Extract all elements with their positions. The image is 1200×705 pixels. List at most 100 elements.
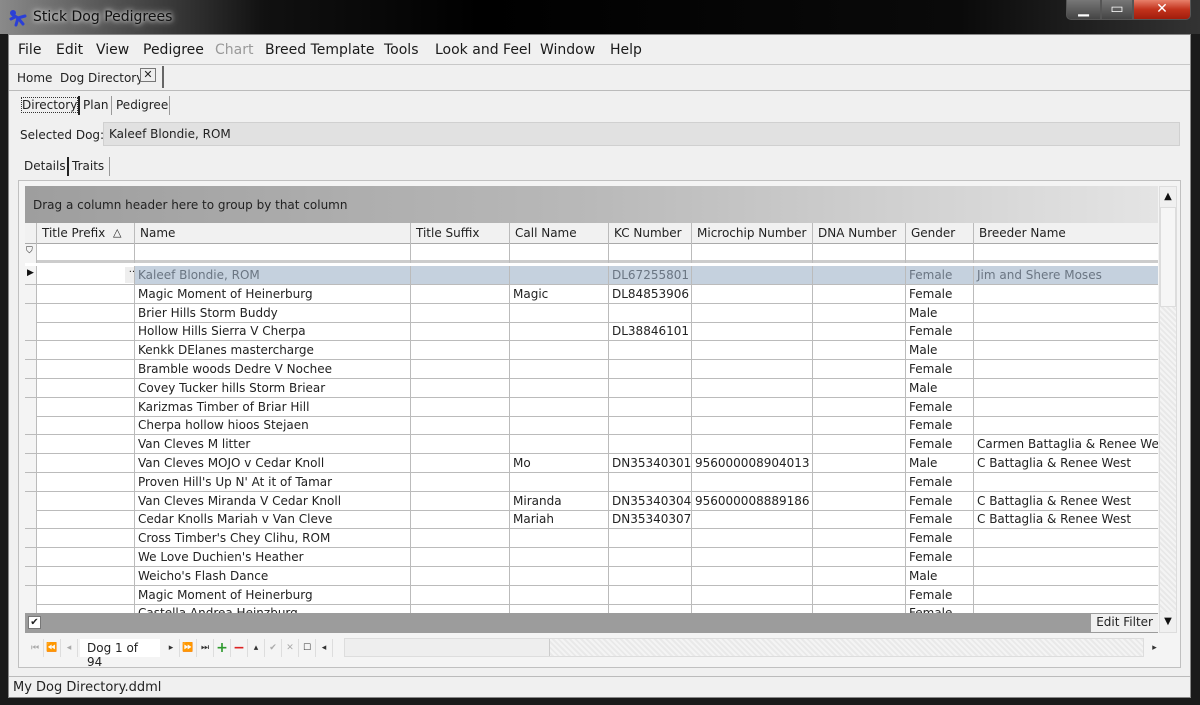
add-record-button[interactable]: + xyxy=(214,639,231,657)
next-page-button[interactable]: ⏩ xyxy=(180,639,197,657)
cell-title-suffix[interactable] xyxy=(411,510,510,529)
cell-title-prefix[interactable] xyxy=(37,416,135,435)
cell-call-name[interactable] xyxy=(510,435,609,454)
cell-title-prefix[interactable] xyxy=(37,604,135,613)
cell-title-prefix[interactable] xyxy=(37,491,135,510)
cell-dna[interactable] xyxy=(813,303,906,322)
vertical-scrollbar[interactable]: ▲ ▼ xyxy=(1159,186,1177,633)
row-indicator[interactable] xyxy=(25,529,37,548)
table-row[interactable]: Cross Timber's Chey Clihu, ROM Female xyxy=(25,529,1158,549)
cell-microchip[interactable] xyxy=(692,284,813,303)
cell-kc-number[interactable] xyxy=(609,360,692,378)
cell-title-suffix[interactable] xyxy=(411,378,510,397)
cell-breeder[interactable]: Jim and Shere Moses xyxy=(974,266,1158,284)
table-row[interactable]: Van Cleves M litter Female Carmen Battagli… xyxy=(25,435,1158,455)
cell-title-suffix[interactable] xyxy=(411,472,510,491)
scroll-left-button[interactable]: ◂ xyxy=(316,639,333,657)
filter-cell-breeder-name[interactable] xyxy=(974,244,1158,263)
cell-microchip[interactable] xyxy=(692,566,813,585)
cell-microchip[interactable] xyxy=(692,510,813,529)
menu-help[interactable]: Help xyxy=(610,42,642,58)
cell-name[interactable]: Brier Hills Storm Buddy xyxy=(135,303,411,322)
close-window-button[interactable]: ✕ xyxy=(1133,0,1191,20)
cell-name[interactable]: Karizmas Timber of Briar Hill xyxy=(135,397,411,416)
cell-call-name[interactable] xyxy=(510,529,609,548)
table-row[interactable]: Covey Tucker hills Storm Briear Male xyxy=(25,378,1158,398)
cell-kc-number[interactable]: DL67255801 xyxy=(609,266,692,284)
cell-gender[interactable]: Female xyxy=(906,548,974,566)
row-indicator[interactable] xyxy=(25,435,37,454)
cell-dna[interactable] xyxy=(813,341,906,360)
filter-enabled-checkbox[interactable]: ✔ xyxy=(28,616,41,629)
cell-breeder[interactable] xyxy=(974,416,1158,434)
cell-name[interactable]: Magic Moment of Heinerburg xyxy=(135,284,411,303)
cell-microchip[interactable] xyxy=(692,266,813,284)
cell-dna[interactable] xyxy=(813,604,906,613)
scroll-up-button[interactable]: ▲ xyxy=(1160,187,1176,207)
ellipsis-button[interactable]: ··· xyxy=(125,267,134,283)
table-row[interactable]: Castella Andrea Heinzburg Female xyxy=(25,604,1158,613)
cell-name[interactable]: Weicho's Flash Dance xyxy=(135,566,411,585)
close-tab-button[interactable]: ✕ xyxy=(140,68,156,82)
cell-title-suffix[interactable] xyxy=(411,284,510,303)
cell-gender[interactable]: Female xyxy=(906,491,974,510)
table-row[interactable]: Van Cleves MOJO v Cedar Knoll Mo DN3534030… xyxy=(25,454,1158,473)
cell-call-name[interactable] xyxy=(510,266,609,284)
row-indicator[interactable] xyxy=(25,360,37,378)
minimize-button[interactable]: ▁ xyxy=(1066,0,1101,20)
cell-microchip[interactable] xyxy=(692,435,813,454)
cell-name[interactable]: Cherpa hollow hioos Stejaen xyxy=(135,416,411,435)
edit-filter-button[interactable]: Edit Filter xyxy=(1091,614,1158,632)
tab-home[interactable]: Home xyxy=(17,71,52,85)
group-by-area[interactable]: Drag a column header here to group by th… xyxy=(25,186,1158,223)
cell-microchip[interactable] xyxy=(692,322,813,341)
cell-name[interactable]: Proven Hill's Up N' At it of Tamar xyxy=(135,472,411,491)
tab-plan[interactable]: Plan xyxy=(83,98,109,112)
cell-title-prefix[interactable] xyxy=(37,566,135,585)
cell-dna[interactable] xyxy=(813,566,906,585)
row-indicator[interactable] xyxy=(25,491,37,510)
cell-title-suffix[interactable] xyxy=(411,303,510,322)
cell-title-prefix[interactable] xyxy=(37,378,135,397)
cell-title-prefix[interactable] xyxy=(37,529,135,548)
cell-kc-number[interactable] xyxy=(609,472,692,491)
post-edit-button[interactable]: ✔ xyxy=(265,639,282,657)
cell-title-prefix[interactable] xyxy=(37,510,135,529)
cell-kc-number[interactable] xyxy=(609,604,692,613)
prev-record-button[interactable]: ◂ xyxy=(61,639,78,657)
row-indicator[interactable] xyxy=(25,566,37,585)
cell-breeder[interactable] xyxy=(974,529,1158,547)
cell-title-prefix[interactable] xyxy=(37,454,135,472)
row-indicator[interactable] xyxy=(25,585,37,604)
cell-call-name[interactable] xyxy=(510,378,609,397)
cell-call-name[interactable] xyxy=(510,566,609,585)
cell-gender[interactable]: Female xyxy=(906,529,974,548)
cell-title-suffix[interactable] xyxy=(411,529,510,548)
cell-kc-number[interactable] xyxy=(609,416,692,435)
column-header-call-name[interactable]: Call Name xyxy=(510,223,609,244)
row-indicator[interactable] xyxy=(25,341,37,360)
menu-chart[interactable]: Chart xyxy=(215,42,253,58)
cell-name[interactable]: Bramble woods Dedre V Nochee xyxy=(135,360,411,378)
cell-dna[interactable] xyxy=(813,472,906,491)
menu-breed-template[interactable]: Breed Template xyxy=(265,42,375,58)
cell-microchip[interactable] xyxy=(692,360,813,378)
row-indicator[interactable] xyxy=(25,454,37,472)
cell-kc-number[interactable] xyxy=(609,397,692,416)
cell-dna[interactable] xyxy=(813,378,906,397)
cell-title-suffix[interactable] xyxy=(411,585,510,604)
cell-gender[interactable]: Female xyxy=(906,510,974,529)
cell-kc-number[interactable] xyxy=(609,378,692,397)
row-indicator[interactable] xyxy=(25,322,37,341)
cell-title-suffix[interactable] xyxy=(411,360,510,378)
menu-window[interactable]: Window xyxy=(540,42,595,58)
cell-title-suffix[interactable] xyxy=(411,548,510,566)
cell-dna[interactable] xyxy=(813,529,906,548)
table-row[interactable]: Cedar Knolls Mariah v Van Cleve Mariah DN3… xyxy=(25,510,1158,530)
scroll-down-button[interactable]: ▼ xyxy=(1160,612,1176,632)
row-indicator[interactable] xyxy=(25,548,37,566)
cell-call-name[interactable] xyxy=(510,341,609,360)
cell-dna[interactable] xyxy=(813,510,906,529)
cell-call-name[interactable] xyxy=(510,303,609,322)
row-indicator[interactable] xyxy=(25,284,37,303)
